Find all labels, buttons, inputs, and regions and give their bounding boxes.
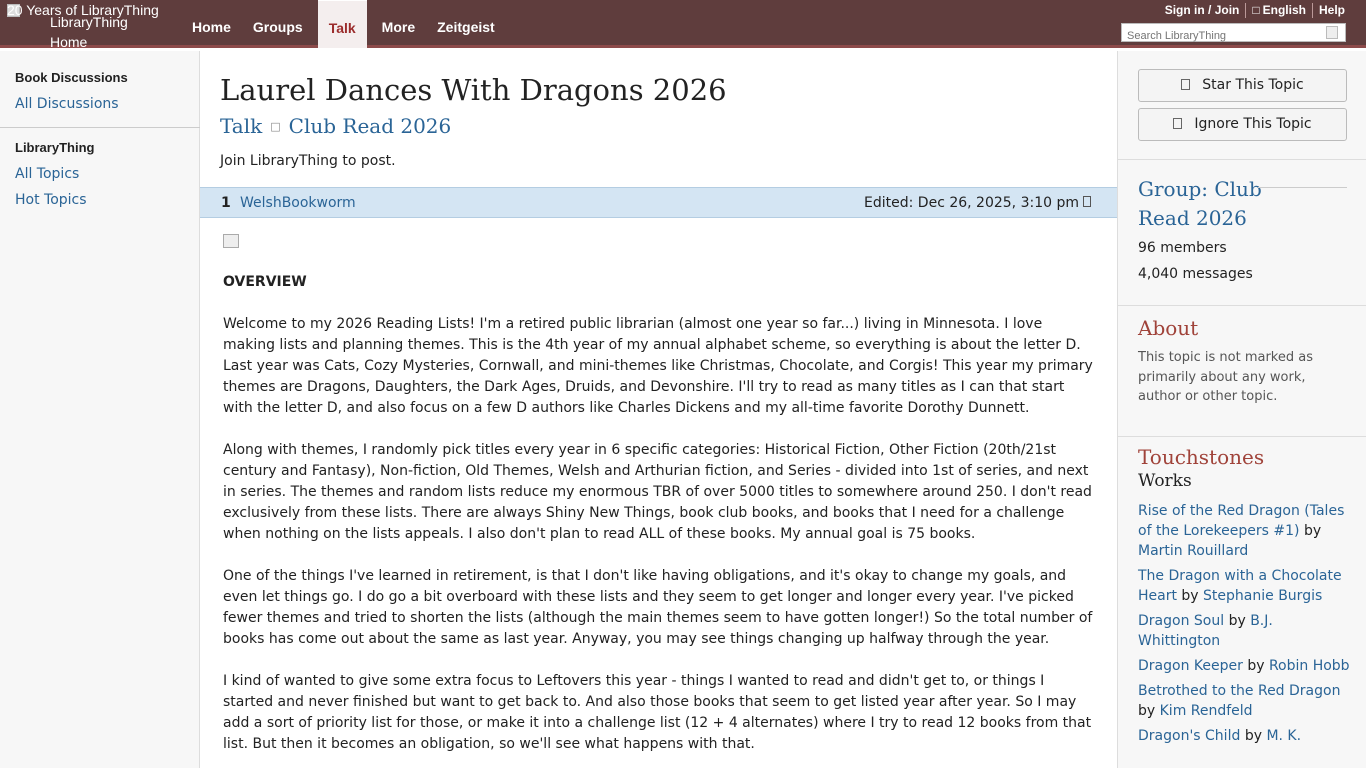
section-librarything: LibraryThing bbox=[15, 140, 95, 155]
language-link[interactable]: □ English bbox=[1246, 3, 1313, 18]
top-navbar: 20 Years of LibraryThing LibraryThing Ho… bbox=[0, 0, 1366, 50]
message-paragraph: One of the things I've learned in retire… bbox=[223, 568, 1093, 647]
message-paragraph: I kind of wanted to give some extra focu… bbox=[223, 673, 1092, 752]
language-label: English bbox=[1262, 3, 1306, 17]
touchstone-author[interactable]: Robin Hobb bbox=[1269, 658, 1350, 674]
touchstone-list: Rise of the Red Dragon (Tales of the Lor… bbox=[1138, 501, 1354, 751]
touchstone-title[interactable]: Dragon Keeper bbox=[1138, 658, 1243, 674]
group-title-line1[interactable]: Group: Club bbox=[1138, 175, 1262, 204]
touchstone-by: by bbox=[1181, 588, 1199, 604]
breadcrumb-talk[interactable]: Talk bbox=[220, 114, 262, 138]
top-links: Sign in / Join □ English Help bbox=[1159, 3, 1345, 18]
nav-more[interactable]: More bbox=[371, 0, 426, 48]
message-edited-date: Edited: Dec 26, 2025, 3:10 pm bbox=[864, 195, 1079, 211]
search-box bbox=[1121, 23, 1346, 45]
sidebar-divider bbox=[1118, 305, 1366, 306]
group-title-line2[interactable]: Read 2026 bbox=[1138, 204, 1247, 233]
group-messages-count: 4,040 messages bbox=[1138, 266, 1253, 282]
works-subheading: Works bbox=[1138, 471, 1192, 491]
broken-image-icon bbox=[223, 234, 239, 248]
touchstone-author[interactable]: Stephanie Burgis bbox=[1203, 588, 1322, 604]
message-header: 1 WelshBookworm Edited: Dec 26, 2025, 3:… bbox=[200, 187, 1117, 218]
ignore-icon bbox=[1173, 118, 1183, 129]
message-menu-icon[interactable] bbox=[1083, 196, 1091, 207]
main-nav: Home Groups Talk More Zeitgeist bbox=[181, 0, 506, 48]
join-prompt[interactable]: Join LibraryThing to post. bbox=[220, 153, 396, 169]
touchstone-author[interactable]: M. K. bbox=[1266, 728, 1301, 744]
hot-topics-link[interactable]: Hot Topics bbox=[15, 192, 87, 208]
star-topic-label: Star This Topic bbox=[1202, 77, 1304, 93]
logo-alt-text-2[interactable]: LibraryThing bbox=[50, 14, 128, 30]
touchstone-by: by bbox=[1247, 658, 1265, 674]
sidebar-divider bbox=[1118, 436, 1366, 437]
nav-talk[interactable]: Talk bbox=[317, 0, 367, 48]
message-heading: OVERVIEW bbox=[223, 274, 307, 290]
ignore-topic-label: Ignore This Topic bbox=[1194, 116, 1312, 132]
touchstone-by: by bbox=[1228, 613, 1246, 629]
main-content: Laurel Dances With Dragons 2026 Talk □ Clu… bbox=[200, 51, 1117, 768]
group-members-count: 96 members bbox=[1138, 240, 1227, 256]
section-book-discussions: Book Discussions bbox=[15, 70, 128, 85]
message-number[interactable]: 1 bbox=[221, 195, 231, 211]
star-icon bbox=[1181, 79, 1191, 90]
touchstone-author[interactable]: Martin Rouillard bbox=[1138, 543, 1248, 559]
sidebar-divider bbox=[0, 127, 200, 128]
touchstone-by: by bbox=[1303, 523, 1322, 539]
touchstone-by: by bbox=[1244, 728, 1262, 744]
star-topic-button[interactable]: Star This Topic bbox=[1138, 69, 1347, 102]
touchstone-by: by bbox=[1138, 703, 1156, 719]
ignore-topic-button[interactable]: Ignore This Topic bbox=[1138, 108, 1347, 141]
touchstone-title[interactable]: Dragon's Child bbox=[1138, 728, 1240, 744]
touchstone-title[interactable]: Betrothed to the Red Dragon bbox=[1138, 683, 1340, 699]
touchstone-title[interactable]: Dragon Soul bbox=[1138, 613, 1224, 629]
group-title-rule bbox=[1258, 187, 1347, 188]
sign-in-link[interactable]: Sign in / Join bbox=[1159, 3, 1247, 18]
touchstones-heading: Touchstones bbox=[1138, 445, 1265, 469]
search-icon[interactable] bbox=[1326, 26, 1338, 39]
breadcrumb: Talk □ Club Read 2026 bbox=[220, 114, 451, 138]
sidebar-divider bbox=[1118, 159, 1366, 160]
touchstone-item: Dragon Keeper by Robin Hobb bbox=[1138, 656, 1354, 676]
all-topics-link[interactable]: All Topics bbox=[15, 166, 79, 182]
touchstone-author[interactable]: Kim Rendfeld bbox=[1160, 703, 1253, 719]
about-text: This topic is not marked as primarily ab… bbox=[1138, 350, 1313, 404]
nav-home[interactable]: Home bbox=[181, 0, 242, 48]
touchstone-item: Betrothed to the Red Dragon by Kim Rendf… bbox=[1138, 681, 1354, 721]
touchstone-item: The Dragon with a Chocolate Heart by Ste… bbox=[1138, 566, 1354, 606]
about-heading: About bbox=[1138, 316, 1199, 340]
help-link[interactable]: Help bbox=[1313, 3, 1345, 18]
message-paragraph: Along with themes, I randomly pick title… bbox=[223, 442, 1092, 542]
left-sidebar: Book Discussions All Discussions Library… bbox=[0, 51, 200, 768]
all-discussions-link[interactable]: All Discussions bbox=[15, 96, 119, 112]
nav-groups[interactable]: Groups bbox=[242, 0, 314, 48]
globe-icon: □ bbox=[1252, 3, 1260, 17]
touchstone-item: Dragon Soul by B.J. Whittington bbox=[1138, 611, 1354, 651]
page-title: Laurel Dances With Dragons 2026 bbox=[220, 73, 727, 107]
touchstone-item: Rise of the Red Dragon (Tales of the Lor… bbox=[1138, 501, 1354, 561]
touchstone-item: Dragon's Child by M. K. bbox=[1138, 726, 1354, 746]
breadcrumb-separator-icon: □ bbox=[270, 120, 281, 133]
search-input[interactable] bbox=[1122, 27, 1312, 45]
nav-zeitgeist[interactable]: Zeitgeist bbox=[426, 0, 506, 48]
right-sidebar: Star This Topic Ignore This Topic Group:… bbox=[1117, 51, 1366, 768]
message-body: OVERVIEW Welcome to my 2026 Reading List… bbox=[223, 272, 1098, 768]
logo-home-link[interactable]: Home bbox=[50, 34, 87, 50]
breadcrumb-group[interactable]: Club Read 2026 bbox=[289, 114, 452, 138]
message-author[interactable]: WelshBookworm bbox=[240, 195, 356, 211]
message-paragraph: Welcome to my 2026 Reading Lists! I'm a … bbox=[223, 316, 1093, 416]
